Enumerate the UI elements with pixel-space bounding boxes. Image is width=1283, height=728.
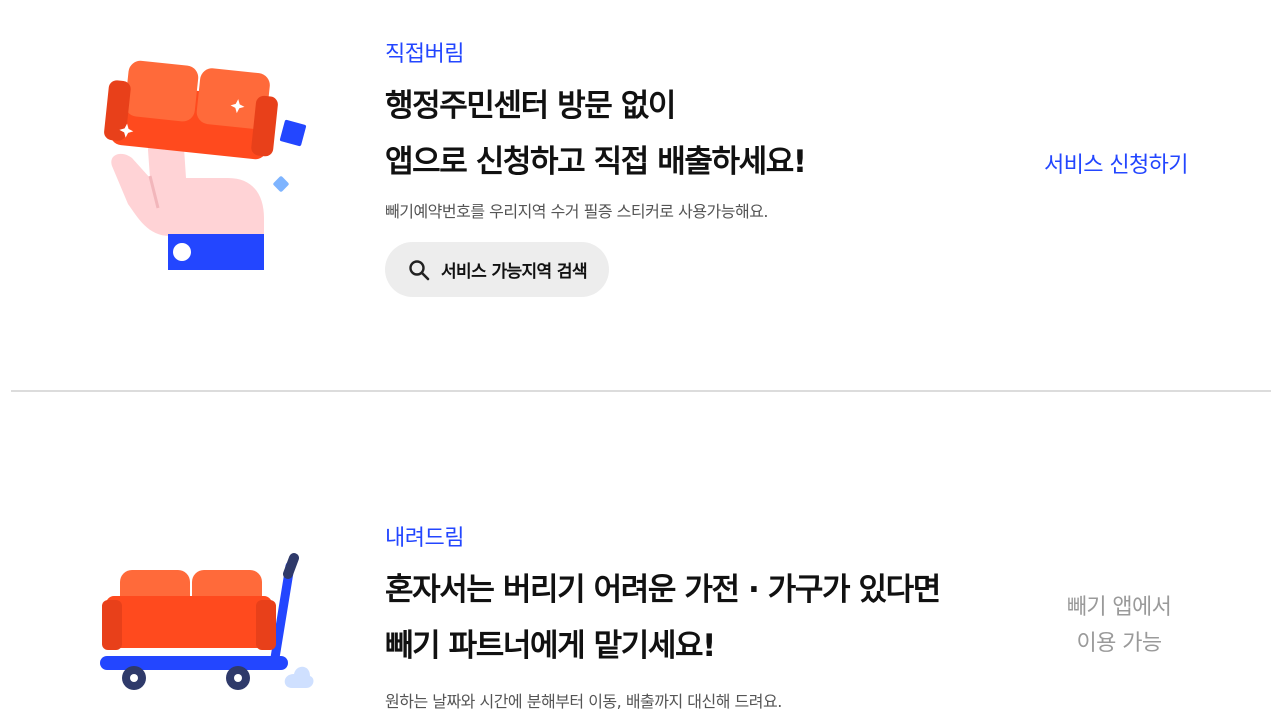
app-availability-line1: 빼기 앱에서: [1066, 595, 1172, 620]
direct-headline-line1: 행정주민센터 방문 없이: [385, 88, 676, 124]
direct-headline-line2: 앱으로 신청하고 직접 배출하세요!: [385, 144, 807, 180]
pickup-content: 내려드림 혼자서는 버리기 어려운 가전 · 가구가 있다면 빼기 파트너에게 …: [385, 524, 941, 714]
pickup-service-section: 내려드림 혼자서는 버리기 어려운 가전 · 가구가 있다면 빼기 파트너에게 …: [0, 392, 1283, 728]
service-area-search-button[interactable]: 서비스 가능지역 검색: [385, 242, 609, 297]
pickup-headline-line2: 빼기 파트너에게 맡기세요!: [385, 628, 716, 664]
pickup-eyebrow: 내려드림: [385, 526, 464, 551]
service-area-search-label: 서비스 가능지역 검색: [441, 262, 588, 282]
sofa-hand-illustration: [98, 58, 313, 276]
direct-disposal-section: 직접버림 행정주민센터 방문 없이 앱으로 신청하고 직접 배출하세요! 빼기예…: [0, 0, 1283, 390]
direct-content: 직접버림 행정주민센터 방문 없이 앱으로 신청하고 직접 배출하세요! 빼기예…: [385, 40, 807, 297]
direct-description: 빼기예약번호를 우리지역 수거 필증 스티커로 사용가능해요.: [385, 202, 769, 221]
pickup-headline-line1: 혼자서는 버리기 어려운 가전 · 가구가 있다면: [385, 572, 941, 608]
app-availability-note: 빼기 앱에서 이용 가능: [1040, 590, 1198, 662]
direct-eyebrow: 직접버림: [385, 42, 464, 67]
sofa-cart-illustration: [96, 552, 316, 694]
app-availability-line2: 이용 가능: [1076, 631, 1163, 656]
search-icon: [409, 259, 430, 280]
page: 직접버림 행정주민센터 방문 없이 앱으로 신청하고 직접 배출하세요! 빼기예…: [0, 0, 1283, 728]
pickup-description: 원하는 날짜와 시간에 분해부터 이동, 배출까지 대신해 드려요.: [385, 692, 782, 711]
service-apply-link[interactable]: 서비스 신청하기: [1044, 150, 1188, 182]
